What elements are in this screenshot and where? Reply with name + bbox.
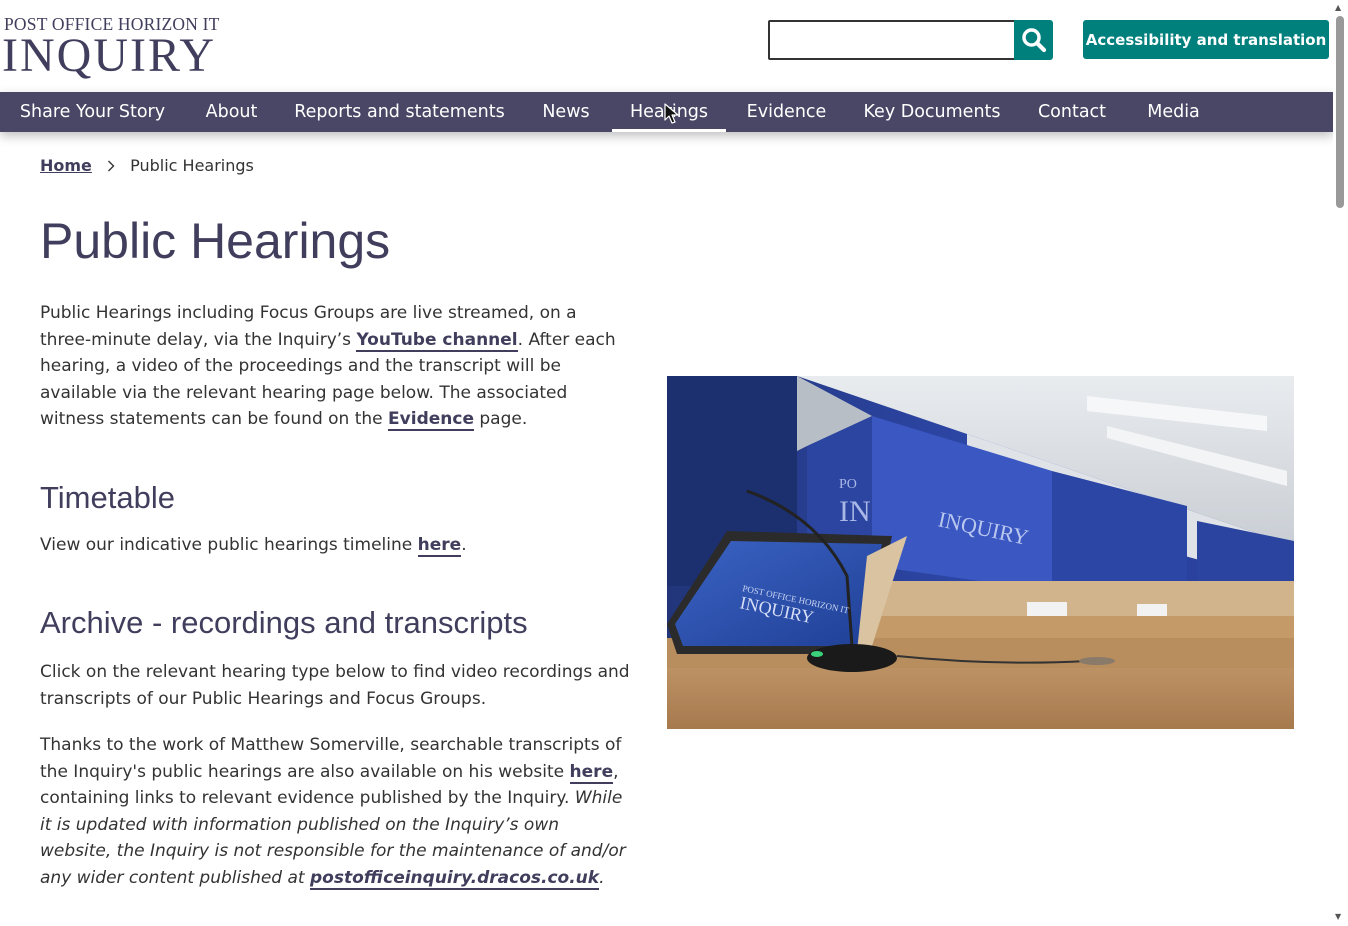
breadcrumb: Home Public Hearings: [40, 156, 254, 175]
chevron-right-icon: [107, 156, 115, 175]
nav-item-evidence[interactable]: Evidence: [726, 92, 847, 132]
scrollbar-thumb[interactable]: [1336, 16, 1344, 208]
site-logo[interactable]: POST OFFICE HORIZON IT INQUIRY: [2, 14, 220, 82]
youtube-channel-link[interactable]: YouTube channel: [356, 329, 518, 352]
hearing-room-illustration: POST OFFICE HORIZON IT INQUIRY INQUIRY P…: [667, 376, 1294, 729]
timetable-text: View our indicative public hearings time…: [40, 535, 418, 555]
archive-paragraph-1: Click on the relevant hearing type below…: [40, 662, 630, 709]
nav-item-reports-statements[interactable]: Reports and statements: [278, 92, 521, 132]
archive-disclaimer-end: .: [599, 867, 605, 888]
breadcrumb-current: Public Hearings: [130, 156, 254, 175]
intro-text-3: page.: [473, 409, 528, 430]
cursor-icon: [664, 103, 679, 124]
evidence-link[interactable]: Evidence: [388, 409, 474, 432]
site-header: POST OFFICE HORIZON IT INQUIRY Accessibi…: [0, 0, 1333, 92]
nav-item-share-your-story[interactable]: Share Your Story: [0, 92, 185, 132]
dracos-link[interactable]: postofficeinquiry.dracos.co.uk: [310, 867, 600, 890]
nav-item-key-documents[interactable]: Key Documents: [847, 92, 1017, 132]
archive-text-1: Thanks to the work of Matthew Somerville…: [40, 735, 622, 782]
nav-item-about[interactable]: About: [185, 92, 278, 132]
scroll-down-icon[interactable]: ▼: [1335, 912, 1341, 921]
hearing-room-photo: POST OFFICE HORIZON IT INQUIRY INQUIRY P…: [667, 376, 1294, 729]
nav-item-news[interactable]: News: [521, 92, 611, 132]
timetable-paragraph: View our indicative public hearings time…: [40, 532, 632, 559]
search-icon: [1021, 28, 1046, 53]
transcripts-here-link[interactable]: here: [569, 761, 614, 784]
scroll-up-icon[interactable]: ▲: [1335, 3, 1341, 12]
page-title: Public Hearings: [40, 213, 391, 269]
accessibility-translation-button[interactable]: Accessibility and translation: [1083, 20, 1329, 59]
wall-logo-b: IN: [839, 495, 871, 528]
breadcrumb-home-link[interactable]: Home: [40, 156, 92, 175]
intro-paragraph: Public Hearings including Focus Groups a…: [40, 300, 632, 433]
archive-heading: Archive - recordings and transcripts: [40, 605, 528, 640]
archive-paragraph-2: Thanks to the work of Matthew Somerville…: [40, 732, 632, 892]
search-input[interactable]: [768, 20, 1028, 60]
nav-item-media[interactable]: Media: [1127, 92, 1220, 132]
nav-item-contact[interactable]: Contact: [1017, 92, 1127, 132]
timetable-heading: Timetable: [40, 480, 175, 515]
search-button[interactable]: [1014, 20, 1053, 60]
wall-logo-a: PO: [839, 477, 857, 492]
timetable-text-end: .: [461, 535, 467, 555]
timetable-here-link[interactable]: here: [417, 535, 462, 557]
logo-title: INQUIRY: [2, 29, 216, 82]
